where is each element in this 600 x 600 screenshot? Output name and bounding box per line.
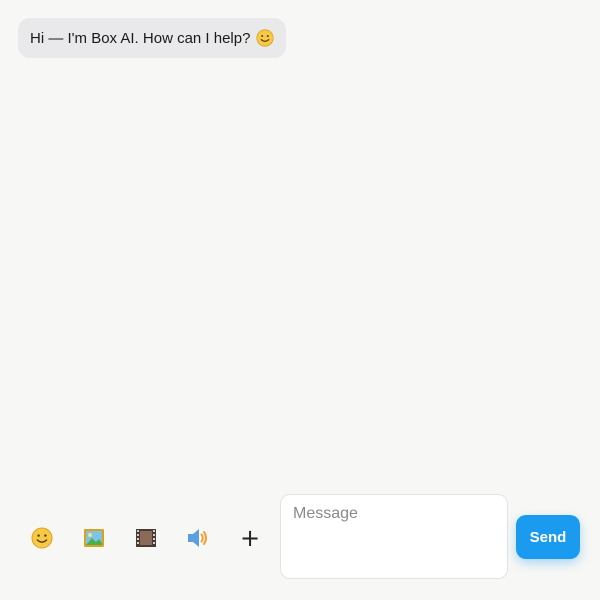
audio-icon xyxy=(186,527,210,549)
add-attachment-button[interactable]: + xyxy=(236,524,264,552)
plus-icon: + xyxy=(239,524,261,552)
image-button[interactable] xyxy=(80,524,108,552)
video-icon xyxy=(135,528,157,548)
message-input-container xyxy=(280,494,508,579)
send-button[interactable]: Send xyxy=(516,515,580,559)
assistant-message: Hi — I'm Box AI. How can I help? xyxy=(18,18,287,58)
smile-emoji-icon xyxy=(256,29,275,47)
message-list: Hi — I'm Box AI. How can I help? xyxy=(0,0,600,480)
composer-bar: + Send xyxy=(0,494,600,580)
message-text: Hi — I'm Box AI. How can I help? xyxy=(30,29,251,47)
chat-app: Hi — I'm Box AI. How can I help? + Messa… xyxy=(0,0,600,600)
audio-button[interactable] xyxy=(184,524,212,552)
image-icon xyxy=(83,528,105,548)
emoji-icon xyxy=(31,527,53,549)
emoji-button[interactable] xyxy=(28,524,56,552)
video-button[interactable] xyxy=(132,524,160,552)
message-input[interactable] xyxy=(293,505,495,568)
